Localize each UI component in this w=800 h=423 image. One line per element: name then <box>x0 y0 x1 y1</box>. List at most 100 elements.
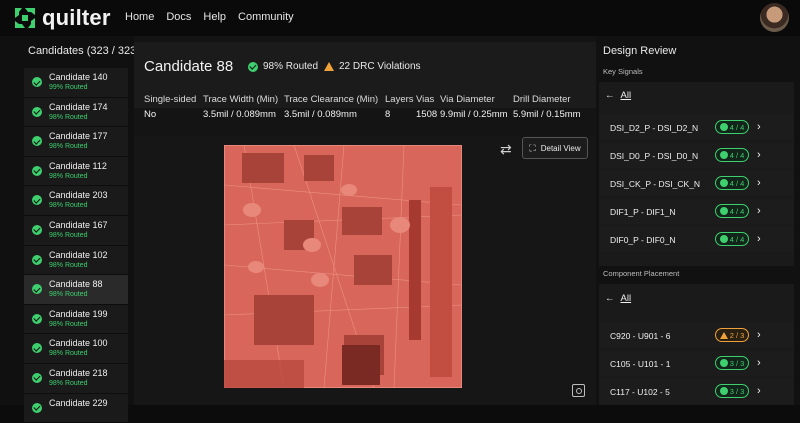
spec-value-trace-clearance: 3.5mil / 0.089mm <box>284 109 357 120</box>
review-row[interactable]: C105 - U101 - 1 3 / 3 › <box>599 351 794 376</box>
status-badge: 4 / 4 <box>715 120 749 134</box>
fit-to-view-icon[interactable] <box>572 384 585 397</box>
design-review-panel: Design Review Key Signals ← All DSI_D2_P … <box>596 36 800 405</box>
key-signals-all-link[interactable]: ← All <box>605 90 631 101</box>
spec-header-vias: Vias <box>416 94 435 105</box>
candidate-item[interactable]: Candidate 112 98% Routed <box>24 156 128 187</box>
check-circle-icon <box>32 313 42 324</box>
key-signals-label: Key Signals <box>603 67 643 76</box>
review-row[interactable]: DSI_D0_P - DSI_D0_N 4 / 4 › <box>599 143 794 168</box>
key-signals-all-label: All <box>620 90 632 101</box>
spec-header-via-diameter: Via Diameter <box>440 94 495 105</box>
check-circle-icon <box>32 343 42 354</box>
badge-count: 4 / 4 <box>729 234 745 244</box>
candidate-routed-status: 98% Routed <box>49 261 88 269</box>
chevron-right-icon: › <box>757 177 761 189</box>
review-row[interactable]: DIF0_P - DIF0_N 4 / 4 › <box>599 227 794 252</box>
candidate-item[interactable]: Candidate 177 98% Routed <box>24 127 128 157</box>
candidate-item[interactable]: Candidate 174 98% Routed <box>24 97 128 128</box>
check-circle-icon <box>32 106 42 117</box>
warning-icon <box>324 62 334 71</box>
board-viewer[interactable]: ⇄ ⛶ Detail View <box>134 136 596 405</box>
badge-count: 3 / 3 <box>729 386 745 396</box>
detail-view-button[interactable]: ⛶ Detail View <box>522 137 588 159</box>
spec-value-drill-diameter: 5.9mil / 0.15mm <box>513 109 581 120</box>
candidate-item[interactable]: Candidate 218 98% Routed <box>24 363 128 394</box>
spec-value-trace-width: 3.5mil / 0.089mm <box>203 109 276 120</box>
candidate-name: Candidate 140 <box>49 72 108 82</box>
check-circle-icon <box>32 402 42 413</box>
warning-icon <box>719 331 728 339</box>
pcb-board-image[interactable] <box>224 145 462 388</box>
check-circle-icon <box>719 387 728 395</box>
candidate-routed-status: 98% Routed <box>49 350 88 358</box>
candidate-name: Candidate 229 <box>49 397 108 408</box>
candidate-title: Candidate 88 <box>144 58 234 75</box>
chevron-right-icon: › <box>757 329 761 341</box>
candidate-name: Candidate 199 <box>49 308 108 319</box>
candidate-item[interactable]: Candidate 140 99% Routed <box>24 68 128 98</box>
spec-value-layers: 8 <box>385 109 391 120</box>
review-row-label: C920 - U901 - 6 <box>610 331 671 341</box>
candidate-name: Candidate 203 <box>49 190 108 201</box>
candidate-routed-status: 98% Routed <box>49 172 88 180</box>
candidate-name: Candidate 102 <box>49 249 108 260</box>
candidate-routed-status: 98% Routed <box>49 143 88 151</box>
nav-docs[interactable]: Docs <box>166 11 191 23</box>
review-row[interactable]: DSI_CK_P - DSI_CK_N 4 / 4 › <box>599 171 794 196</box>
review-row-label: DIF0_P - DIF0_N <box>610 235 676 245</box>
spec-header-trace-width: Trace Width (Min) <box>203 94 279 105</box>
review-row[interactable]: C920 - U901 - 6 2 / 3 › <box>599 323 794 348</box>
review-row[interactable]: DIF1_P - DIF1_N 4 / 4 › <box>599 199 794 224</box>
check-circle-icon <box>719 179 728 187</box>
top-navbar: quilter Home Docs Help Community <box>0 0 800 36</box>
placement-all-label: All <box>620 293 632 304</box>
badge-count: 4 / 4 <box>729 206 745 216</box>
swap-layers-icon[interactable]: ⇄ <box>500 141 512 158</box>
check-circle-icon <box>719 359 728 367</box>
check-circle-icon <box>32 136 42 147</box>
candidate-routed-status: 98% Routed <box>49 202 88 210</box>
review-row[interactable]: C117 - U102 - 5 3 / 3 › <box>599 379 794 404</box>
review-row[interactable]: DSI_D2_P - DSI_D2_N 4 / 4 › <box>599 115 794 140</box>
status-badge: 4 / 4 <box>715 148 749 162</box>
nav-help[interactable]: Help <box>203 11 226 23</box>
drc-status[interactable]: 22 DRC Violations <box>324 61 421 72</box>
review-row-label: C117 - U102 - 5 <box>610 387 670 397</box>
nav-home[interactable]: Home <box>125 11 154 23</box>
status-badge: 3 / 3 <box>715 384 749 398</box>
candidate-item[interactable]: Candidate 199 98% Routed <box>24 304 128 335</box>
spec-value-vias: 1508 <box>416 109 438 120</box>
candidate-item[interactable]: Candidate 167 98% Routed <box>24 215 128 246</box>
candidate-detail: Candidate 88 98% Routed 22 DRC Violation… <box>134 36 596 405</box>
nav-community[interactable]: Community <box>238 11 294 23</box>
candidate-item[interactable]: Candidate 88 98% Routed <box>24 275 128 305</box>
check-circle-icon <box>719 235 728 243</box>
chevron-right-icon: › <box>757 121 761 133</box>
status-badge: 3 / 3 <box>715 356 749 370</box>
spec-header-single-sided: Single-sided <box>144 94 197 105</box>
check-circle-icon <box>32 224 42 235</box>
spec-header-trace-clearance: Trace Clearance (Min) <box>284 94 379 105</box>
status-badge: 2 / 3 <box>715 328 749 342</box>
badge-count: 4 / 4 <box>729 178 745 188</box>
arrow-left-icon: ← <box>605 90 615 101</box>
candidate-name: Candidate 100 <box>49 338 108 349</box>
placement-all-link[interactable]: ← All <box>605 293 631 304</box>
candidate-item[interactable]: Candidate 229 <box>24 393 128 423</box>
candidate-item[interactable]: Candidate 100 98% Routed <box>24 334 128 364</box>
candidate-item[interactable]: Candidate 203 98% Routed <box>24 186 128 216</box>
user-avatar[interactable] <box>760 3 789 32</box>
review-row-label: DSI_CK_P - DSI_CK_N <box>610 179 701 189</box>
review-row-label: C105 - U101 - 1 <box>610 359 671 369</box>
candidate-routed-status: 98% Routed <box>49 379 88 387</box>
candidate-routed-status: 98% Routed <box>49 231 88 239</box>
quilter-logo[interactable]: quilter <box>12 5 111 31</box>
candidate-name: Candidate 174 <box>49 101 108 112</box>
review-row-label: DSI_D0_P - DSI_D0_N <box>610 151 699 161</box>
detail-view-label: Detail View <box>540 143 581 153</box>
candidate-item[interactable]: Candidate 102 98% Routed <box>24 245 128 276</box>
check-circle-icon <box>32 372 42 383</box>
candidate-name: Candidate 167 <box>49 219 108 230</box>
chevron-right-icon: › <box>757 205 761 217</box>
